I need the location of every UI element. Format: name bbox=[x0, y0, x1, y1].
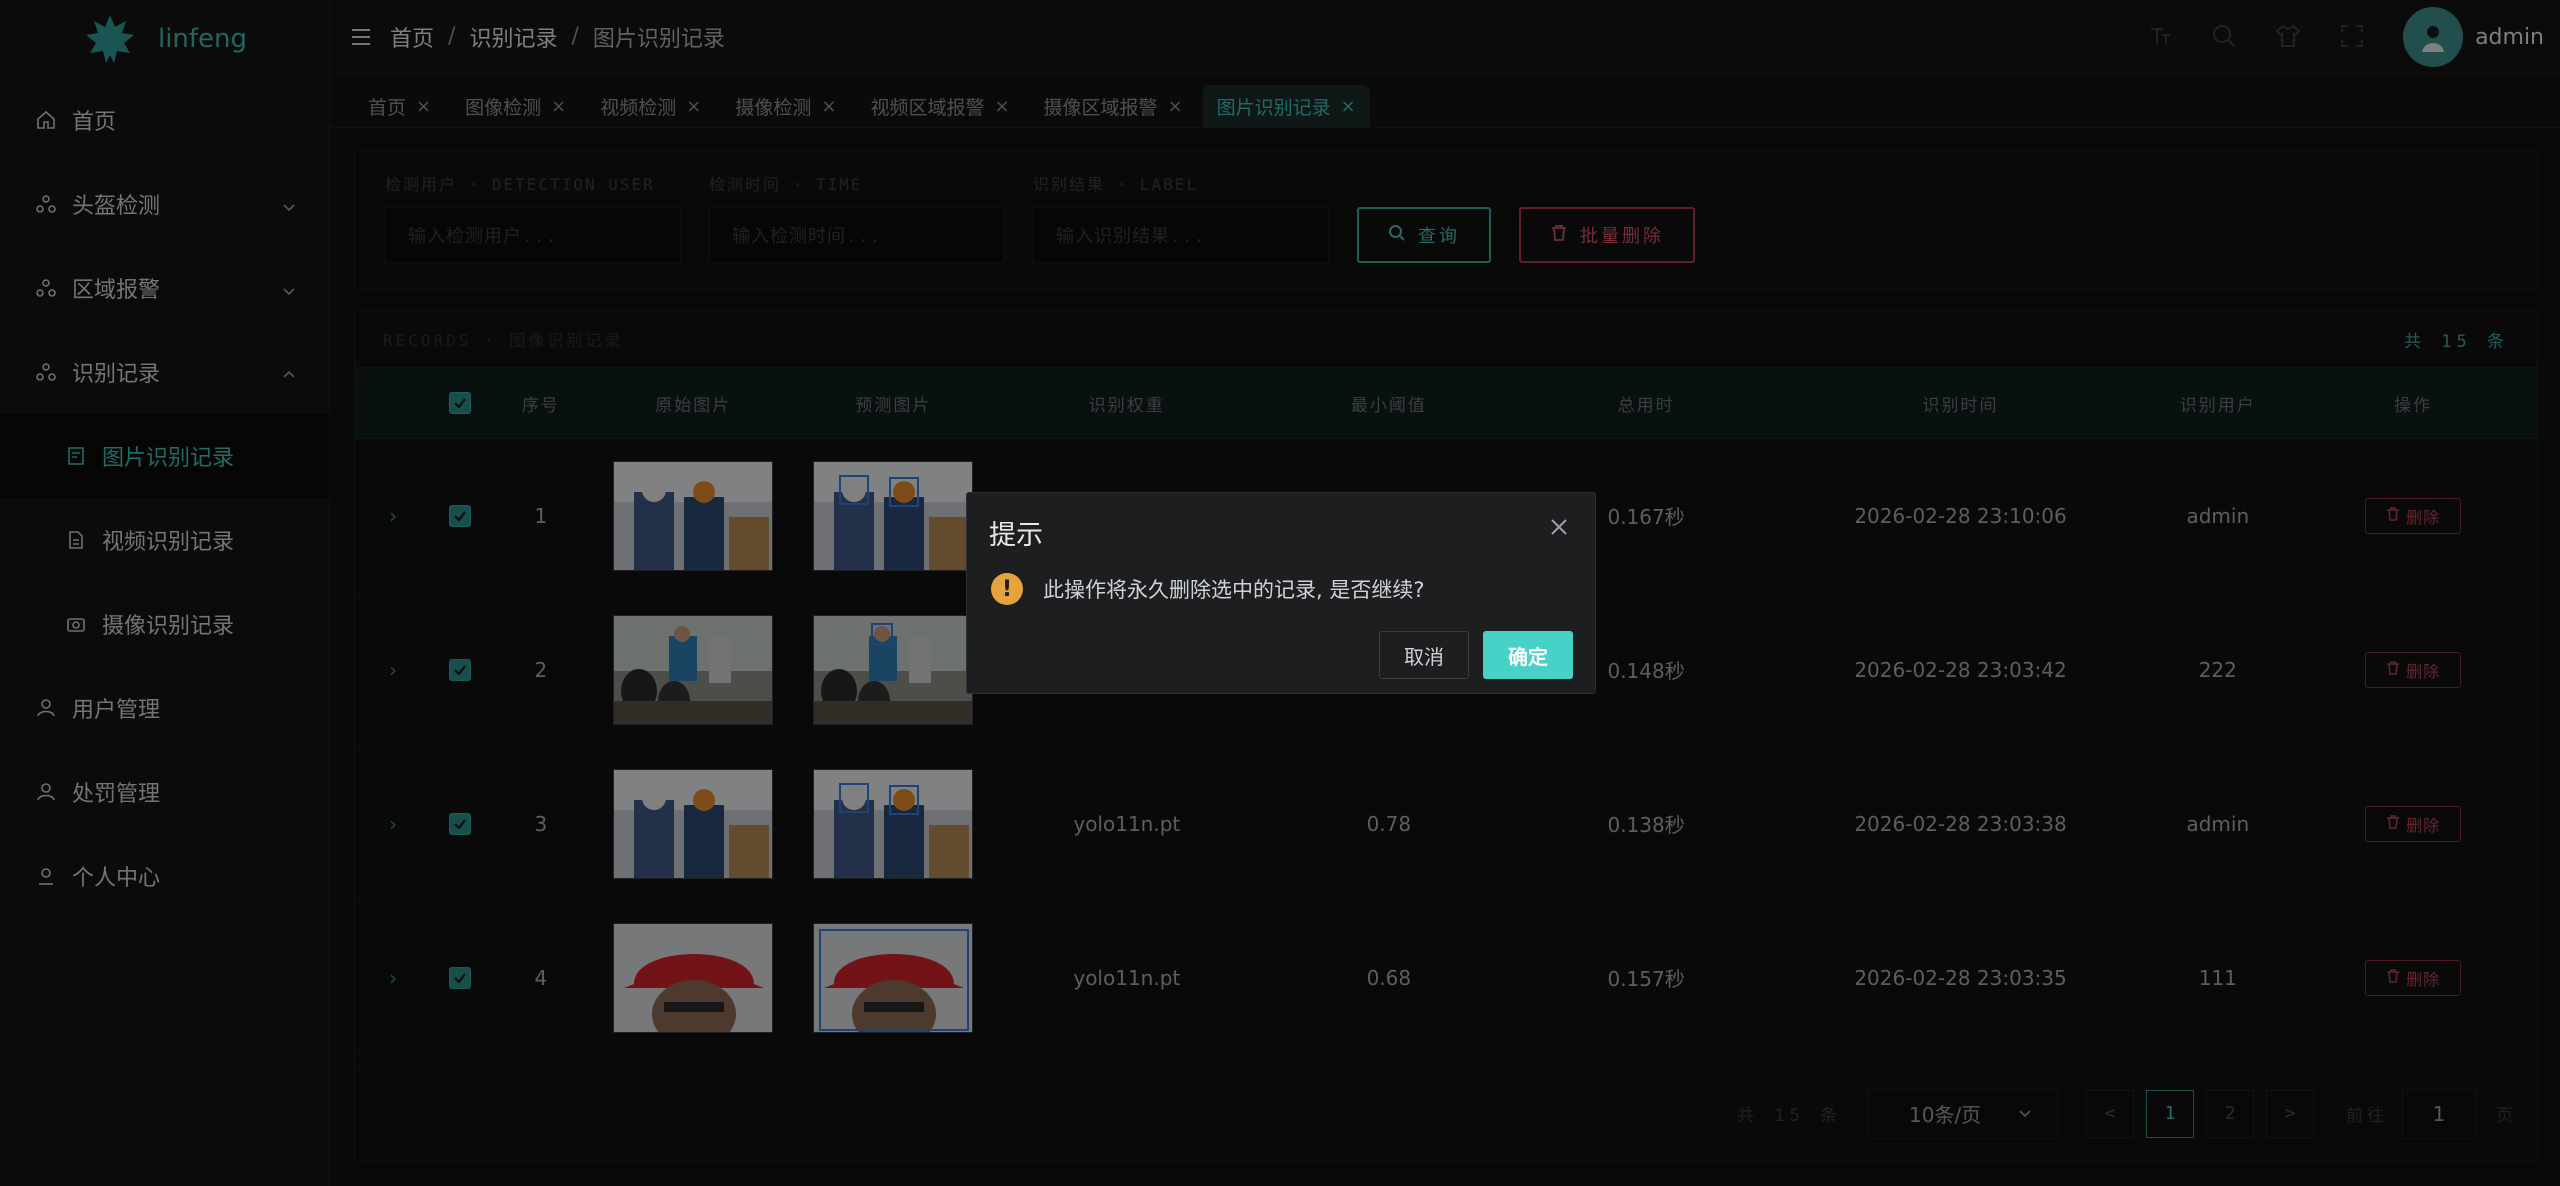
confirm-dialog: 提示 ! 此操作将永久删除选中的记录, 是否继续? 取消 确定 bbox=[966, 492, 1596, 694]
close-icon[interactable] bbox=[1549, 517, 1571, 539]
dialog-body: ! 此操作将永久删除选中的记录, 是否继续? bbox=[991, 573, 1425, 605]
dialog-title: 提示 bbox=[989, 520, 1043, 551]
confirm-button[interactable]: 确定 bbox=[1483, 631, 1573, 679]
app-root: linfeng 首页 头盔检测 区域报警 识别记录 图片识别记录 视频识别记录 … bbox=[0, 0, 2560, 1186]
dialog-message: 此操作将永久删除选中的记录, 是否继续? bbox=[1043, 578, 1425, 602]
cancel-button[interactable]: 取消 bbox=[1379, 631, 1469, 679]
warning-icon: ! bbox=[991, 573, 1023, 605]
